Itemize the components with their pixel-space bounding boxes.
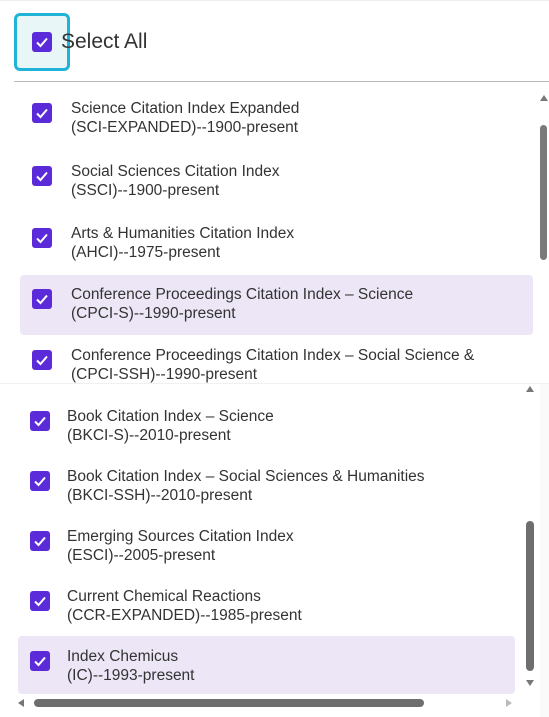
select-all-checkbox[interactable] — [32, 32, 52, 52]
list-item-bkci-ssh[interactable]: Book Citation Index – Social Sciences & … — [18, 467, 518, 511]
item-title: Social Sciences Citation Index — [71, 163, 280, 180]
list-item-cpci-ssh[interactable]: Conference Proceedings Citation Index – … — [20, 346, 540, 383]
list-item-index-chemicus[interactable]: Index Chemicus (IC)--1993-present — [18, 636, 515, 694]
checkmark-icon — [36, 171, 48, 182]
citation-index-list-bottom: Book Citation Index – Science (BKCI-S)--2… — [0, 383, 549, 717]
scrollbar-thumb[interactable] — [34, 699, 424, 707]
checkbox[interactable] — [30, 531, 50, 551]
checkmark-icon — [34, 656, 46, 667]
vertical-scrollbar[interactable] — [537, 91, 549, 381]
citation-index-list-top: Select All Science Citation Index Expand… — [0, 0, 549, 383]
list-item-cpci-s[interactable]: Conference Proceedings Citation Index – … — [20, 275, 533, 335]
list-item-ahci[interactable]: Arts & Humanities Citation Index (AHCI)--… — [20, 224, 533, 268]
list-item-bkci-s[interactable]: Book Citation Index – Science (BKCI-S)--2… — [18, 407, 518, 451]
horizontal-scrollbar[interactable] — [14, 696, 522, 710]
checkmark-icon — [36, 294, 48, 305]
item-subtitle: (ESCI)--2005-present — [67, 547, 216, 564]
scroll-up-arrow-icon[interactable] — [526, 386, 534, 392]
item-subtitle: (CPCI-S)--1990-present — [71, 305, 236, 322]
checkmark-icon — [34, 416, 46, 427]
checkbox[interactable] — [30, 591, 50, 611]
item-subtitle: (IC)--1993-present — [67, 667, 195, 684]
list-item-ssci[interactable]: Social Sciences Citation Index (SSCI)--19… — [20, 162, 533, 206]
list-item-ccr-expanded[interactable]: Current Chemical Reactions (CCR-EXPANDED)… — [18, 587, 518, 631]
select-all-label[interactable]: Select All — [61, 30, 147, 54]
item-subtitle: (AHCI)--1975-present — [71, 244, 221, 261]
checkbox[interactable] — [32, 350, 52, 370]
item-title: Science Citation Index Expanded — [71, 100, 300, 117]
item-title: Arts & Humanities Citation Index — [71, 225, 295, 242]
checkbox[interactable] — [32, 166, 52, 186]
item-subtitle: (SSCI)--1900-present — [71, 182, 220, 199]
panel-edge — [540, 384, 549, 717]
checkbox[interactable] — [30, 471, 50, 491]
item-title: Conference Proceedings Citation Index – … — [71, 286, 414, 303]
divider — [14, 81, 549, 82]
checkbox[interactable] — [32, 289, 52, 309]
scrollbar-thumb[interactable] — [540, 125, 547, 260]
item-title: Book Citation Index – Science — [67, 408, 274, 425]
checkmark-icon — [36, 108, 48, 119]
select-all-row[interactable]: Select All — [14, 13, 147, 71]
checkmark-icon — [36, 355, 48, 366]
scroll-right-arrow-icon[interactable] — [506, 699, 512, 707]
item-title: Current Chemical Reactions — [67, 588, 261, 605]
checkmark-icon — [34, 596, 46, 607]
item-subtitle: (BKCI-SSH)--2010-present — [67, 487, 253, 504]
list-item-sci-expanded[interactable]: Science Citation Index Expanded (SCI-EXPA… — [20, 99, 533, 143]
checkbox[interactable] — [30, 411, 50, 431]
vertical-scrollbar[interactable] — [522, 384, 538, 694]
item-title: Index Chemicus — [67, 648, 179, 665]
item-title: Book Citation Index – Social Sciences & … — [67, 468, 425, 485]
item-subtitle: (CCR-EXPANDED)--1985-present — [67, 607, 302, 624]
checkbox[interactable] — [32, 103, 52, 123]
scroll-up-arrow-icon[interactable] — [540, 95, 548, 101]
checkbox[interactable] — [30, 651, 50, 671]
checkmark-icon — [36, 233, 48, 244]
checkmark-icon — [34, 476, 46, 487]
checkbox[interactable] — [32, 228, 52, 248]
item-subtitle: (BKCI-S)--2010-present — [67, 427, 231, 444]
list-item-esci[interactable]: Emerging Sources Citation Index (ESCI)--2… — [18, 527, 518, 571]
item-subtitle: (SCI-EXPANDED)--1900-present — [71, 119, 299, 136]
checkmark-icon — [36, 37, 48, 48]
scroll-left-arrow-icon[interactable] — [18, 699, 24, 707]
scroll-down-arrow-icon[interactable] — [526, 680, 534, 686]
item-title: Conference Proceedings Citation Index – … — [71, 347, 475, 364]
item-subtitle: (CPCI-SSH)--1990-present — [71, 366, 258, 383]
item-title: Emerging Sources Citation Index — [67, 528, 294, 545]
checkmark-icon — [34, 536, 46, 547]
scrollbar-thumb[interactable] — [526, 521, 534, 671]
